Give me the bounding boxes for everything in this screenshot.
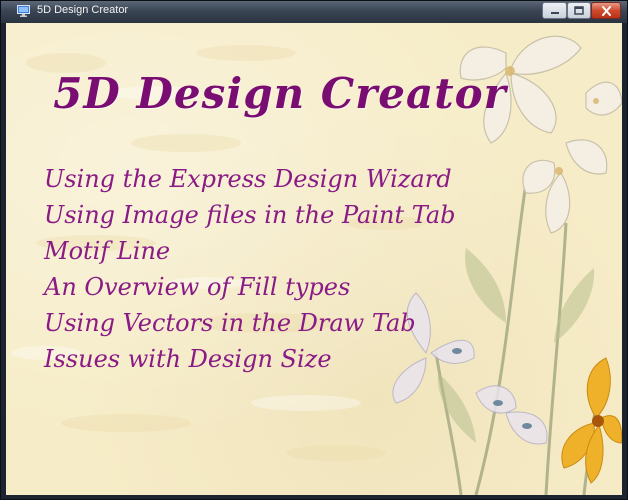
tutorial-menu: Using the Express Design Wizard Using Im…	[44, 161, 456, 377]
app-window: 5D Design Creator 5D Design Creator Usin…	[0, 0, 628, 500]
close-icon	[601, 5, 611, 16]
maximize-button[interactable]	[567, 2, 591, 19]
minimize-button[interactable]	[542, 2, 567, 19]
menu-item-fill-types-overview[interactable]: An Overview of Fill types	[44, 269, 456, 305]
app-icon	[17, 5, 30, 17]
window-title: 5D Design Creator	[37, 4, 129, 16]
menu-item-express-design-wizard[interactable]: Using the Express Design Wizard	[44, 161, 456, 197]
close-button[interactable]	[591, 2, 621, 19]
menu-item-motif-line[interactable]: Motif Line	[44, 233, 456, 269]
title-bar[interactable]: 5D Design Creator	[1, 1, 627, 23]
menu-item-image-files-paint-tab[interactable]: Using Image files in the Paint Tab	[44, 197, 456, 233]
main-content: 5D Design Creator Using the Express Desi…	[6, 23, 622, 495]
app-heading: 5D Design Creator	[53, 69, 507, 118]
menu-item-design-size-issues[interactable]: Issues with Design Size	[44, 341, 456, 377]
minimize-icon	[550, 11, 559, 14]
maximize-icon	[574, 6, 584, 15]
menu-item-vectors-draw-tab[interactable]: Using Vectors in the Draw Tab	[44, 305, 456, 341]
desktop-strip	[0, 500, 628, 504]
